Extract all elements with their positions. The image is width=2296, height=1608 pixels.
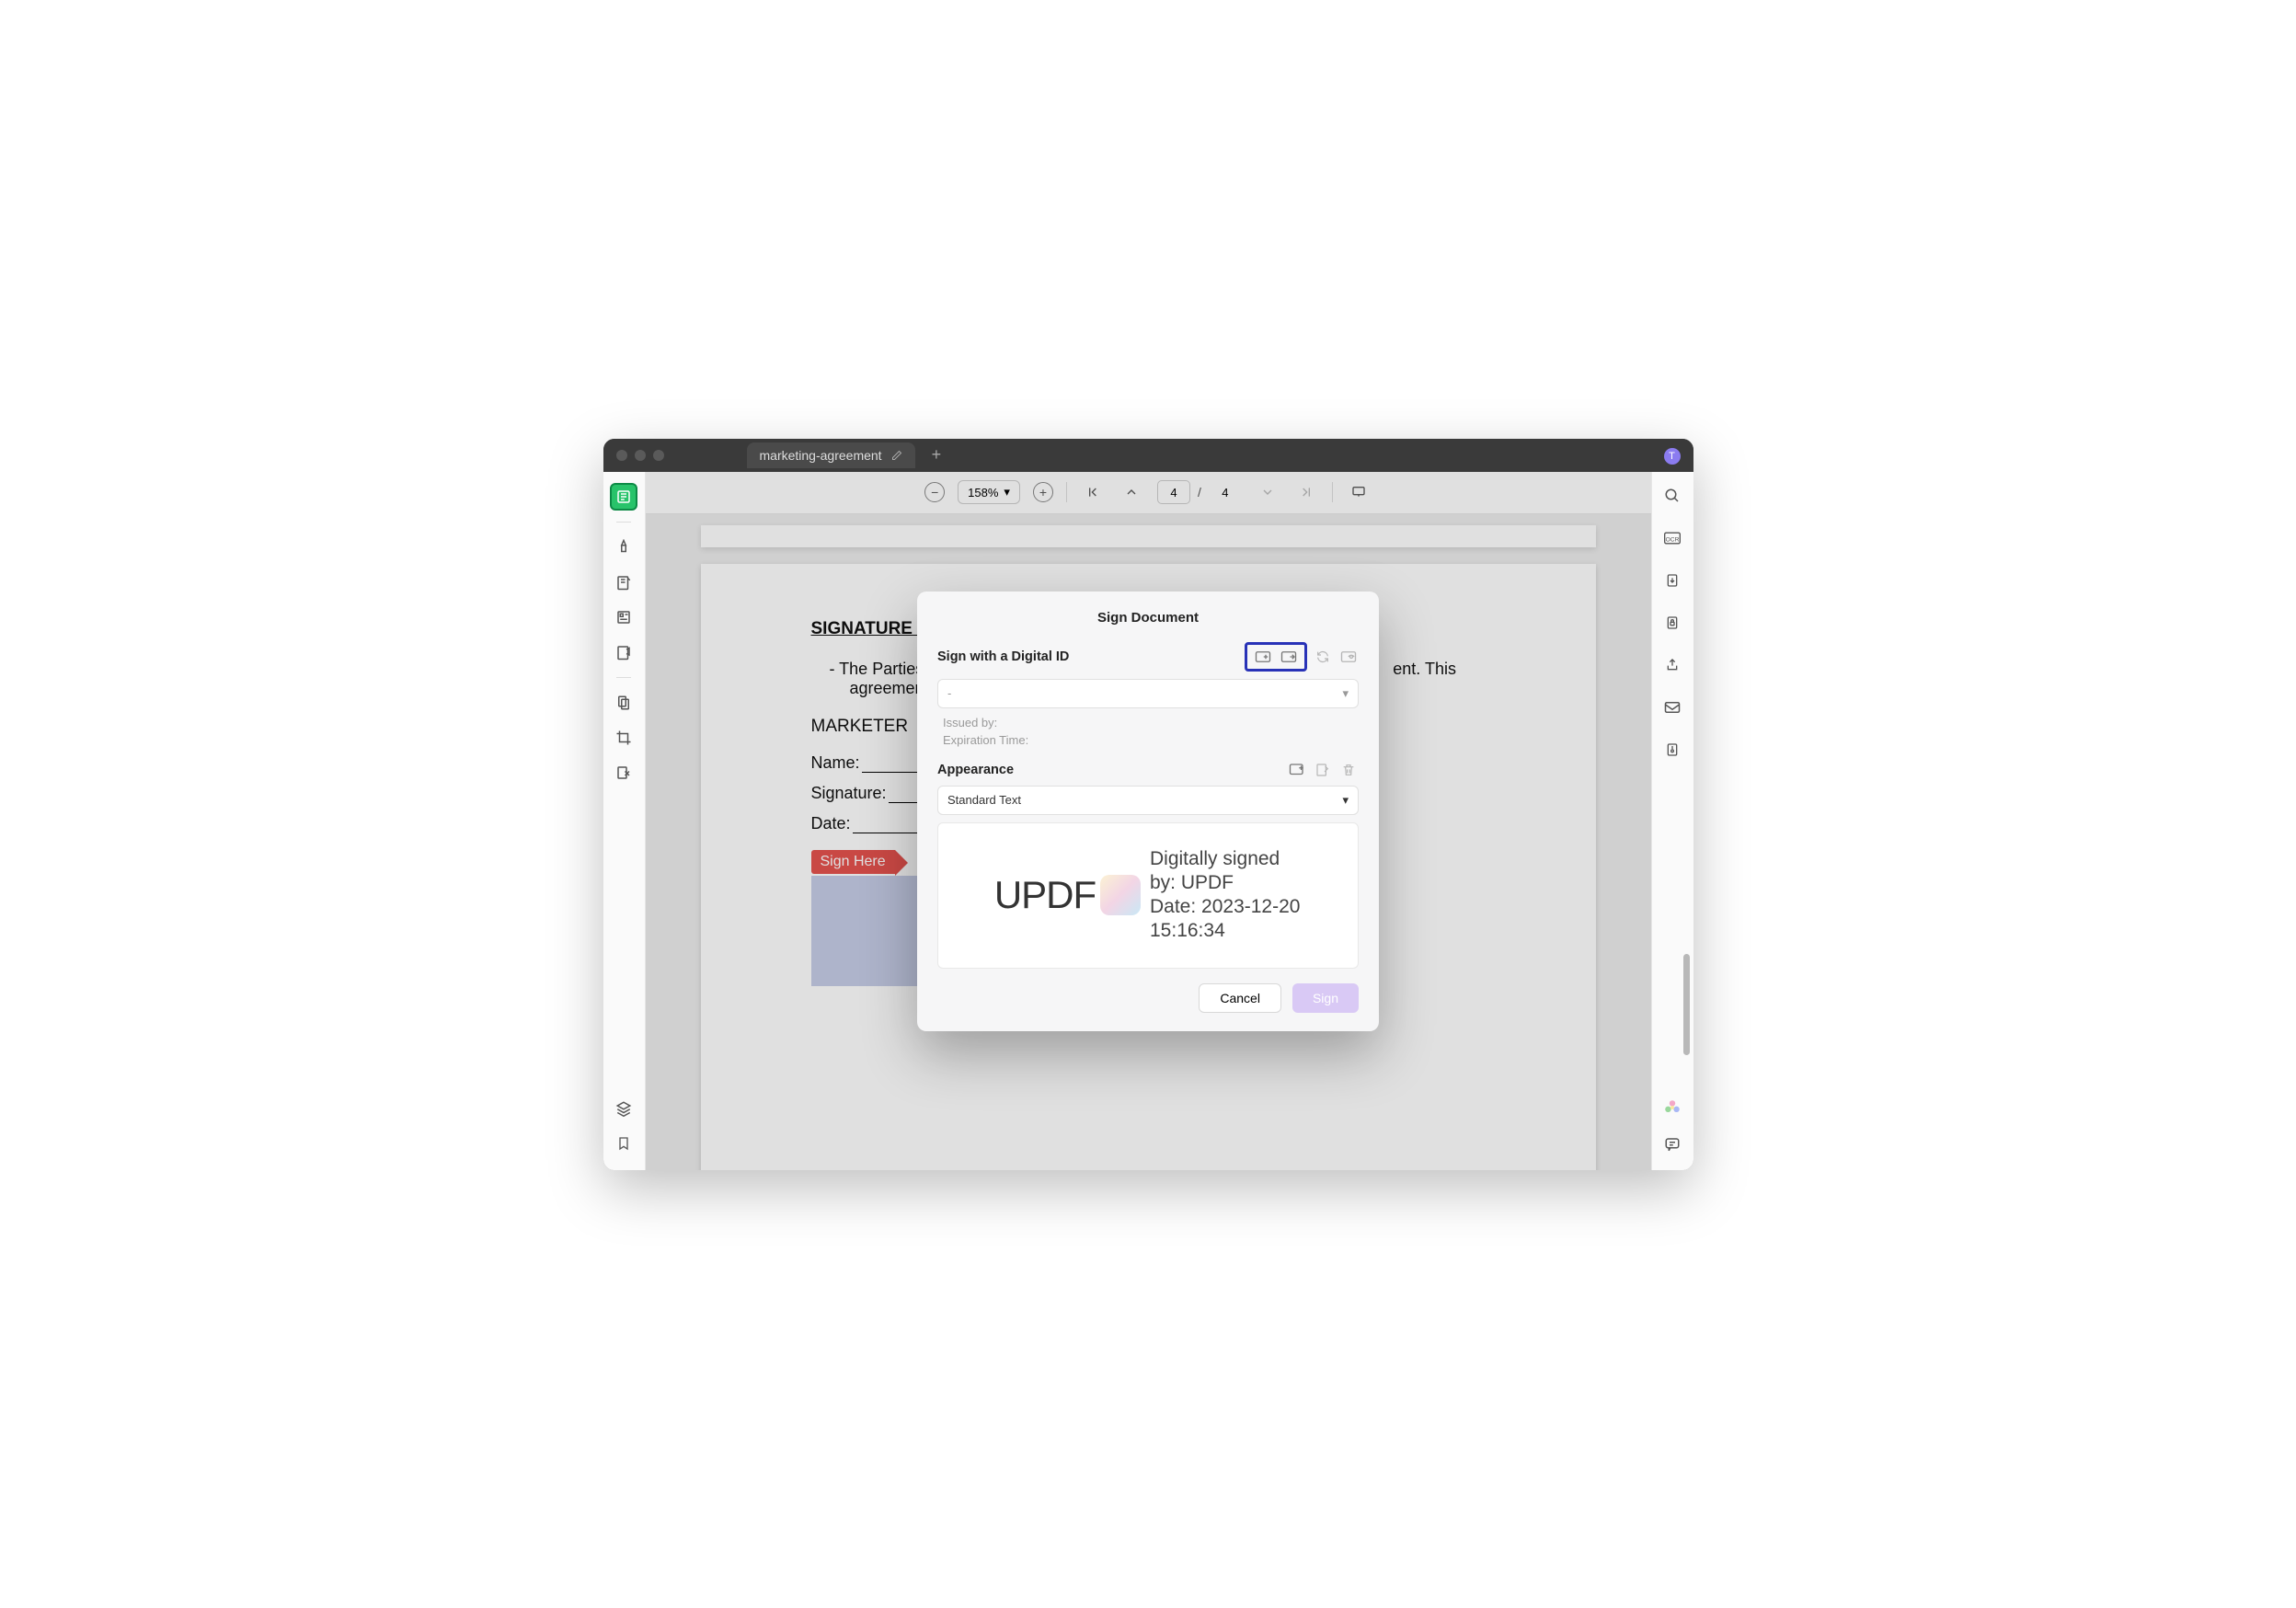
expiration-label: Expiration Time:	[937, 731, 1359, 749]
appearance-select[interactable]: Standard Text ▾	[937, 786, 1359, 815]
divider	[616, 677, 631, 678]
organize-pages-tool[interactable]	[610, 689, 637, 717]
svg-text:OCR: OCR	[1666, 536, 1680, 543]
ai-assistant-icon[interactable]	[1659, 1095, 1685, 1120]
close-window-icon[interactable]	[616, 450, 627, 461]
chevron-down-icon: ▾	[1342, 686, 1349, 701]
edit-appearance-icon[interactable]	[1313, 762, 1333, 778]
main-area: − 158% ▾ + / 4	[646, 472, 1651, 1170]
compress-icon[interactable]	[1659, 737, 1685, 763]
bookmark-icon[interactable]	[610, 1130, 637, 1157]
create-id-icon[interactable]	[1253, 649, 1273, 665]
chevron-down-icon: ▾	[1342, 793, 1349, 808]
modal-overlay: Sign Document Sign with a Digital ID	[646, 472, 1651, 1170]
left-sidebar	[603, 472, 646, 1170]
refresh-id-icon[interactable]	[1313, 649, 1333, 665]
highlight-tool[interactable]	[610, 534, 637, 561]
issued-by-label: Issued by:	[937, 714, 1359, 731]
reader-tool[interactable]	[610, 483, 637, 511]
delete-appearance-icon[interactable]	[1338, 762, 1359, 778]
preview-details: Digitally signed by: UPDF Date: 2023-12-…	[1150, 847, 1343, 944]
titlebar: marketing-agreement + T	[603, 439, 1693, 472]
ocr-icon[interactable]: OCR	[1659, 525, 1685, 551]
protect-icon[interactable]	[1659, 610, 1685, 636]
redact-tool[interactable]	[610, 759, 637, 787]
sign-with-label: Sign with a Digital ID	[937, 649, 1069, 664]
layers-icon[interactable]	[610, 1095, 637, 1122]
minimize-window-icon[interactable]	[635, 450, 646, 461]
add-tab-button[interactable]: +	[932, 445, 942, 465]
email-icon[interactable]	[1659, 695, 1685, 720]
id-actions-highlighted	[1245, 642, 1307, 672]
scrollbar-thumb[interactable]	[1683, 954, 1690, 1055]
search-icon[interactable]	[1659, 483, 1685, 509]
convert-icon[interactable]	[1659, 568, 1685, 593]
appearance-label: Appearance	[937, 763, 1014, 777]
user-avatar[interactable]: T	[1664, 448, 1681, 465]
tab-strip: marketing-agreement +	[747, 439, 942, 472]
tab-title: marketing-agreement	[760, 448, 882, 463]
right-sidebar: OCR	[1651, 472, 1693, 1170]
app-window: marketing-agreement + T	[603, 439, 1693, 1170]
comment-icon[interactable]	[1659, 1131, 1685, 1157]
edit-tool[interactable]	[610, 569, 637, 596]
import-id-icon[interactable]	[1279, 649, 1299, 665]
dialog-title: Sign Document	[937, 610, 1359, 626]
sign-button[interactable]: Sign	[1292, 983, 1359, 1013]
fill-sign-tool[interactable]	[610, 638, 637, 666]
crop-tool[interactable]	[610, 724, 637, 752]
maximize-window-icon[interactable]	[653, 450, 664, 461]
signature-preview: UPDF Digitally signed by: UPDF Date: 202…	[937, 822, 1359, 969]
document-tab[interactable]: marketing-agreement	[747, 442, 915, 468]
sign-document-dialog: Sign Document Sign with a Digital ID	[917, 592, 1379, 1031]
app-body: − 158% ▾ + / 4	[603, 472, 1693, 1170]
digital-id-select[interactable]: - ▾	[937, 679, 1359, 708]
share-icon[interactable]	[1659, 652, 1685, 678]
preview-logo-icon	[1100, 875, 1141, 915]
traffic-lights	[616, 450, 664, 461]
pencil-icon[interactable]	[891, 450, 902, 461]
add-appearance-icon[interactable]	[1287, 762, 1307, 778]
view-id-icon[interactable]	[1338, 649, 1359, 665]
cancel-button[interactable]: Cancel	[1199, 983, 1281, 1013]
form-tool[interactable]	[610, 603, 637, 631]
divider	[616, 522, 631, 523]
